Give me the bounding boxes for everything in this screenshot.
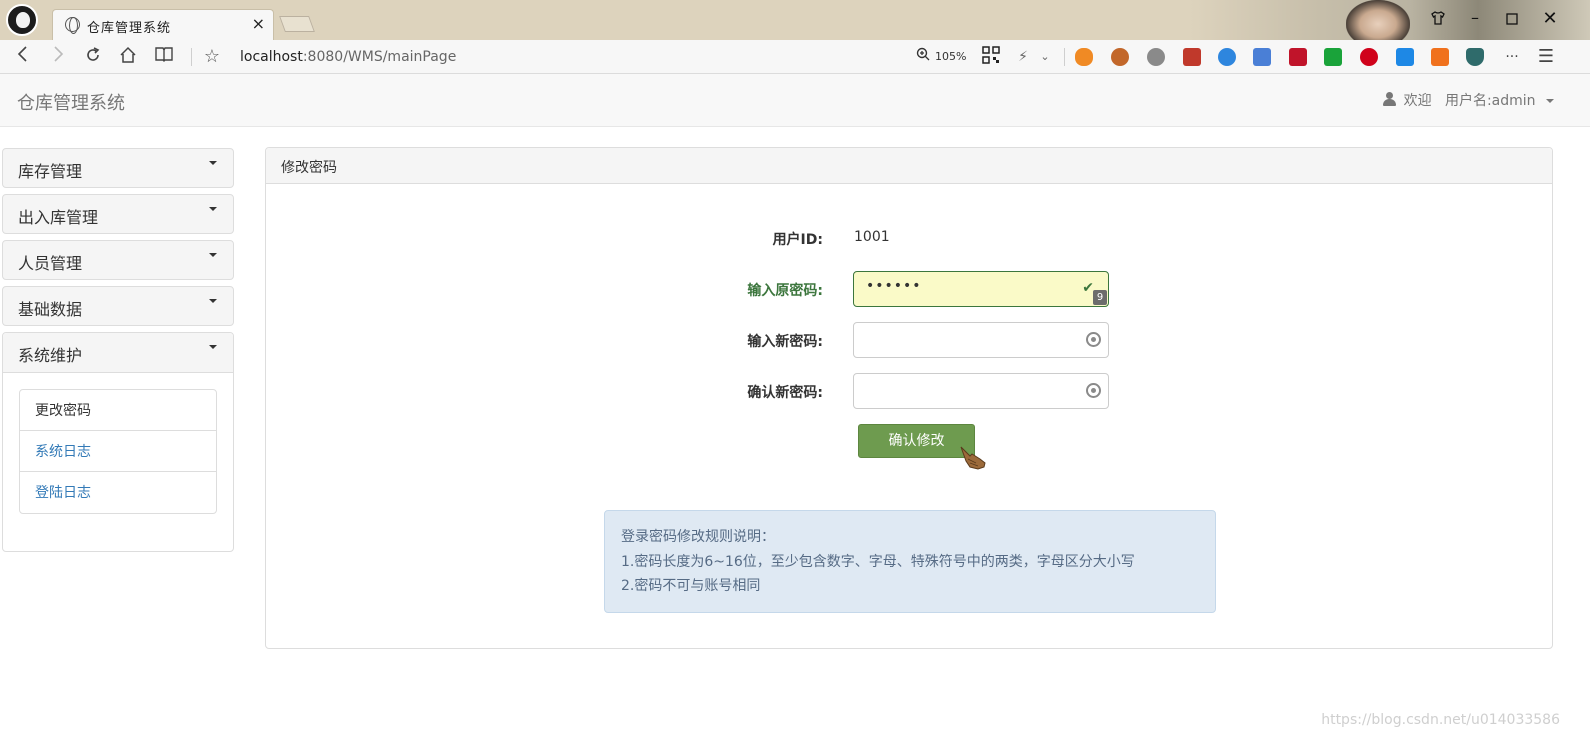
password-manager-icon[interactable] bbox=[1086, 383, 1101, 398]
sidebar-section-basic-data[interactable]: 基础数据 bbox=[2, 286, 234, 326]
new-badge-icon[interactable] bbox=[1396, 48, 1414, 66]
browser-tab[interactable]: 仓库管理系统 × bbox=[52, 9, 274, 40]
settings-gear-icon[interactable] bbox=[1147, 48, 1165, 66]
url-host: localhost bbox=[240, 49, 303, 65]
sidebar-section-personnel[interactable]: 人员管理 bbox=[2, 240, 234, 280]
rules-heading: 登录密码修改规则说明： bbox=[621, 529, 775, 545]
sidebar-section-label: 库存管理 bbox=[18, 162, 83, 181]
new-password-input[interactable] bbox=[853, 322, 1109, 358]
tab-title: 仓库管理系统 bbox=[87, 21, 172, 36]
close-window-icon[interactable]: ✕ bbox=[1540, 8, 1560, 29]
confirm-password-input[interactable] bbox=[853, 373, 1109, 409]
sidebar-section-label: 基础数据 bbox=[18, 300, 83, 319]
url-path: :8080/WMS/mainPage bbox=[302, 49, 457, 65]
lightning-icon[interactable]: ⚡ bbox=[1012, 46, 1034, 68]
change-password-panel: 修改密码 用户ID: 1001 输入原密码: •••••• ✔ 9 输入新密码:… bbox=[265, 147, 1553, 649]
bookmark-star-icon[interactable]: ☆ bbox=[201, 46, 223, 68]
username-text: 用户名:admin bbox=[1444, 93, 1536, 109]
old-password-value: •••••• bbox=[866, 278, 922, 294]
gamepad-icon[interactable] bbox=[1075, 48, 1093, 66]
sidebar-section-stock-in-out[interactable]: 出入库管理 bbox=[2, 194, 234, 234]
rule-item: 1.密码长度为6~16位，至少包含数字、字母、特殊符号中的两类，字母区分大小写 bbox=[621, 553, 1135, 570]
sidebar-section-label: 出入库管理 bbox=[18, 208, 99, 227]
home-icon[interactable] bbox=[117, 46, 139, 70]
console-icon[interactable] bbox=[1431, 48, 1449, 66]
minimize-icon[interactable]: – bbox=[1465, 8, 1485, 27]
app-navbar: 仓库管理系统 欢迎 用户名:admin bbox=[0, 74, 1590, 127]
welcome-text: 欢迎 bbox=[1403, 93, 1432, 109]
hand-cursor-icon bbox=[960, 446, 986, 470]
confirm-password-label: 确认新密码: bbox=[747, 385, 823, 401]
browser-logo-icon[interactable] bbox=[6, 4, 38, 36]
back-icon[interactable] bbox=[12, 46, 34, 68]
new-tab-button[interactable] bbox=[279, 16, 315, 32]
watermark: https://blog.csdn.net/u014033586 bbox=[1321, 712, 1560, 728]
new-password-label: 输入新密码: bbox=[747, 334, 823, 350]
user-id-value: 1001 bbox=[854, 229, 890, 245]
panel-title: 修改密码 bbox=[266, 148, 1552, 184]
menu-icon[interactable]: ☰ bbox=[1535, 46, 1557, 68]
monkey-icon[interactable] bbox=[1111, 48, 1129, 66]
browser-toolbar: ☆ localhost:8080/WMS/mainPage 105% ⚡ ⌄ ·… bbox=[0, 40, 1590, 74]
sidebar: 库存管理 出入库管理 人员管理 基础数据 系统维护 更改密码 系统日志 登陆日志 bbox=[2, 148, 234, 552]
submenu-item-system-log[interactable]: 系统日志 bbox=[20, 431, 216, 472]
maximize-icon[interactable] bbox=[1502, 10, 1522, 29]
zoom-level: 105% bbox=[935, 50, 967, 63]
shield-icon[interactable] bbox=[1466, 48, 1484, 66]
skin-shirt-icon[interactable] bbox=[1428, 10, 1448, 30]
old-password-input[interactable]: •••••• ✔ 9 bbox=[853, 271, 1109, 307]
sidebar-section-inventory[interactable]: 库存管理 bbox=[2, 148, 234, 188]
caret-down-icon bbox=[209, 207, 217, 211]
globe-icon bbox=[65, 17, 80, 34]
rule-item: 2.密码不可与账号相同 bbox=[621, 578, 761, 594]
caret-down-icon bbox=[209, 161, 217, 165]
t-extension-icon[interactable] bbox=[1360, 48, 1378, 66]
toolbar-divider bbox=[191, 48, 192, 66]
caret-down-icon bbox=[1546, 99, 1554, 103]
reading-mode-icon[interactable] bbox=[153, 46, 175, 68]
submenu-item-login-log[interactable]: 登陆日志 bbox=[20, 472, 216, 513]
app-brand[interactable]: 仓库管理系统 bbox=[17, 89, 125, 115]
password-rules-alert: 登录密码修改规则说明： 1.密码长度为6~16位，至少包含数字、字母、特殊符号中… bbox=[604, 510, 1216, 613]
calendar-icon[interactable] bbox=[1183, 48, 1201, 66]
more-icon[interactable]: ··· bbox=[1501, 46, 1523, 68]
jh-extension-icon[interactable] bbox=[1253, 48, 1271, 66]
toolbar-divider bbox=[1064, 48, 1065, 66]
refresh-icon[interactable] bbox=[82, 46, 104, 70]
green-square-icon[interactable] bbox=[1324, 48, 1342, 66]
sidebar-section-header[interactable]: 系统维护 bbox=[3, 333, 233, 373]
caret-down-icon bbox=[209, 299, 217, 303]
sidebar-section-system-maintenance: 系统维护 更改密码 系统日志 登陆日志 bbox=[2, 332, 234, 552]
submenu-item-change-password[interactable]: 更改密码 bbox=[20, 390, 216, 431]
password-manager-badge[interactable]: 9 bbox=[1093, 290, 1107, 305]
skin-portrait bbox=[1346, 0, 1410, 40]
old-password-label: 输入原密码: bbox=[747, 283, 823, 299]
tab-close-button[interactable]: × bbox=[252, 14, 265, 33]
caret-down-icon bbox=[209, 345, 217, 349]
zoom-icon[interactable] bbox=[912, 46, 934, 68]
pocket-icon[interactable] bbox=[1289, 48, 1307, 66]
caret-down-icon bbox=[209, 253, 217, 257]
user-icon bbox=[1382, 92, 1397, 106]
sidebar-section-body: 更改密码 系统日志 登陆日志 bbox=[3, 373, 233, 551]
password-manager-icon[interactable] bbox=[1086, 332, 1101, 347]
translate-icon[interactable] bbox=[1218, 48, 1236, 66]
qr-code-icon[interactable] bbox=[980, 46, 1002, 70]
browser-titlebar: 仓库管理系统 × – ✕ bbox=[0, 0, 1590, 40]
user-menu[interactable]: 欢迎 用户名:admin bbox=[1382, 90, 1554, 110]
user-id-label: 用户ID: bbox=[772, 232, 823, 248]
forward-icon[interactable] bbox=[47, 46, 69, 68]
submenu-list: 更改密码 系统日志 登陆日志 bbox=[19, 389, 217, 514]
chevron-down-icon[interactable]: ⌄ bbox=[1034, 46, 1056, 68]
address-bar[interactable]: localhost:8080/WMS/mainPage bbox=[240, 49, 456, 65]
sidebar-section-label: 人员管理 bbox=[18, 254, 83, 273]
sidebar-section-label: 系统维护 bbox=[18, 346, 83, 365]
